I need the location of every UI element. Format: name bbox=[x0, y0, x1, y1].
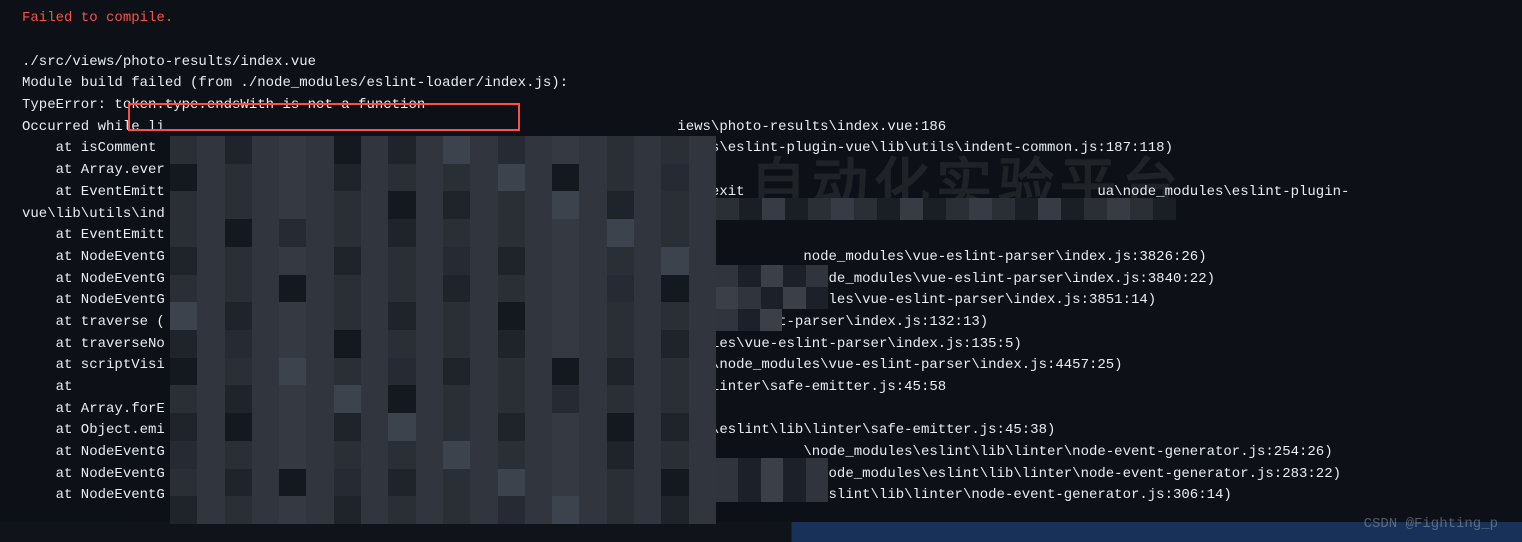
compile-error-title: Failed to compile. bbox=[0, 8, 1522, 30]
stack-line: at traverseNo odules\vue-eslint-parser\i… bbox=[0, 334, 1522, 356]
stack-line: at Array.ever bbox=[0, 160, 1522, 182]
stack-line: at NodeEventG ua\node_modules\eslint\lib… bbox=[0, 485, 1522, 507]
stack-line: at isComment dules\eslint-plugin-vue\lib… bbox=[0, 138, 1522, 160]
stack-line: at traverse ( s\vue-eslint-parser\index.… bbox=[0, 312, 1522, 334]
stack-line: at ib\linter\safe-emitter.js:45:58 bbox=[0, 377, 1522, 399]
stack-line: ./src/views/photo-results/index.vue bbox=[0, 52, 1522, 74]
stack-line: at NodeEventG a\node_modules\eslint\lib\… bbox=[0, 464, 1522, 486]
stack-line: at NodeEventG \node_modules\eslint\lib\l… bbox=[0, 442, 1522, 464]
blank-line bbox=[0, 30, 1522, 52]
status-bar bbox=[0, 522, 1522, 542]
stack-line: Occurred while li iews\photo-results\ind… bbox=[0, 117, 1522, 139]
stack-line: at NodeEventG \node_modules\vue-eslint-p… bbox=[0, 290, 1522, 312]
stack-line: at NodeEventG \node_modules\vue-eslint-p… bbox=[0, 269, 1522, 291]
stack-line: vue\lib\utils\ind bbox=[0, 204, 1522, 226]
stack-line: at scriptVisi hua\node_modules\vue-eslin… bbox=[0, 355, 1522, 377]
stack-line: at EventEmitt bbox=[0, 225, 1522, 247]
stack-line: at Array.forE bbox=[0, 399, 1522, 421]
terminal-output[interactable]: Failed to compile. ./src/views/photo-res… bbox=[0, 0, 1522, 507]
stack-line: at EventEmitt ]):exit ua\node_modules\es… bbox=[0, 182, 1522, 204]
stack-line: at NodeEventG node_modules\vue-eslint-pa… bbox=[0, 247, 1522, 269]
stack-line: at Object.emi les\eslint\lib\linter\safe… bbox=[0, 420, 1522, 442]
stack-line: Module build failed (from ./node_modules… bbox=[0, 73, 1522, 95]
stack-line: TypeError: token.type.endsWith is not a … bbox=[0, 95, 1522, 117]
